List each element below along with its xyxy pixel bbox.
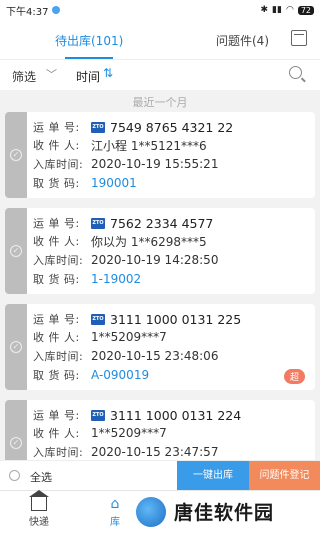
select-all-checkbox[interactable]	[9, 470, 20, 481]
waybill-number: 3111 1000 0131 225	[110, 311, 242, 327]
nav-item-store[interactable]: ⌂ 库	[104, 497, 126, 528]
receiver-label: 收 件 人:	[33, 427, 80, 440]
nav-item-express[interactable]: 快递	[28, 490, 50, 528]
receiver-row: 收 件 人: 1**5209***7	[33, 328, 167, 346]
tab-pending-out[interactable]: 待出库(101)	[55, 32, 123, 59]
nav-label-store: 库	[110, 517, 120, 528]
action-bar: 全选 一键出库 问题件登记	[0, 460, 320, 491]
waybill-label: 运 单 号:	[33, 313, 80, 326]
code-row: 取 货 码: A-090019	[33, 366, 149, 384]
waybill-label: 运 单 号:	[33, 409, 80, 422]
courier-logo-icon: ZTO	[91, 217, 105, 229]
check-icon[interactable]: ✓	[10, 245, 22, 257]
intime-row: 入库时间: 2020-10-15 23:47:57	[33, 443, 218, 461]
waybill-row: 运 单 号: ZTO 3111 1000 0131 225	[33, 310, 241, 328]
check-icon[interactable]: ✓	[10, 341, 22, 353]
intime-value: 2020-10-15 23:47:57	[91, 445, 219, 459]
code-label: 取 货 码:	[33, 177, 80, 190]
parcel-card[interactable]: ✓ 运 单 号: ZTO 7549 8765 4321 22 收 件 人: 江小…	[5, 112, 315, 198]
intime-row: 入库时间: 2020-10-15 23:48:06	[33, 347, 218, 365]
tab-problem-items[interactable]: 问题件(4)	[216, 32, 269, 49]
code-label: 取 货 码:	[33, 273, 80, 286]
courier-logo-icon: ZTO	[91, 313, 105, 325]
status-icons: ✱ ▮▮ ◠ 72	[260, 5, 314, 15]
receiver-row: 收 件 人: 你以为 1**6298***5	[33, 232, 207, 250]
watermark-logo-icon	[136, 496, 166, 527]
wifi-icon: ◠	[285, 5, 294, 15]
code-row: 取 货 码: 1-19002	[33, 270, 141, 288]
check-icon[interactable]: ✓	[10, 149, 22, 161]
nav-label-express: 快递	[29, 517, 49, 528]
watermark: 唐佳软件园	[136, 490, 320, 533]
intime-value: 2020-10-19 15:55:21	[91, 157, 219, 171]
select-all-label[interactable]: 全选	[30, 469, 52, 485]
parcel-card[interactable]: ✓ 运 单 号: ZTO 3111 1000 0131 225 收 件 人: 1…	[5, 304, 315, 390]
waybill-row: 运 单 号: ZTO 3111 1000 0131 224	[33, 406, 241, 424]
calendar-icon[interactable]	[291, 30, 307, 46]
receiver-value: 你以为 1**6298***5	[91, 234, 207, 249]
warehouse-icon: ⌂	[110, 496, 120, 512]
waybill-number: 7549 8765 4321 22	[110, 119, 234, 135]
waybill-label: 运 单 号:	[33, 121, 80, 134]
search-icon[interactable]	[289, 66, 302, 79]
signal-icon: ▮▮	[272, 5, 282, 15]
code-row: 取 货 码: 190001	[33, 174, 137, 192]
filter-bar: 筛选 ﹀ 时间 ⇅	[0, 60, 320, 90]
check-icon[interactable]: ✓	[10, 437, 22, 449]
courier-logo-icon: ZTO	[91, 409, 105, 421]
app-notification-icon	[52, 6, 61, 14]
intime-row: 入库时间: 2020-10-19 15:55:21	[33, 155, 218, 173]
intime-value: 2020-10-15 23:48:06	[91, 349, 219, 363]
chevron-down-icon[interactable]: ﹀	[46, 66, 57, 82]
pickup-code: 190001	[91, 176, 137, 190]
intime-label: 入库时间:	[33, 446, 84, 459]
receiver-value: 江小程 1**5121***6	[91, 138, 207, 153]
intime-label: 入库时间:	[33, 350, 84, 363]
receiver-label: 收 件 人:	[33, 139, 80, 152]
intime-label: 入库时间:	[33, 254, 84, 267]
receiver-row: 收 件 人: 1**5209***7	[33, 424, 167, 442]
courier-logo-icon: ZTO	[91, 121, 105, 133]
watermark-text: 唐佳软件园	[174, 502, 275, 524]
status-time: 下午4:37	[6, 6, 49, 18]
waybill-label: 运 单 号:	[33, 217, 80, 230]
intime-row: 入库时间: 2020-10-19 14:28:50	[33, 251, 218, 269]
waybill-row: 运 单 号: ZTO 7549 8765 4321 22	[33, 118, 233, 136]
pickup-code: 1-19002	[91, 272, 142, 286]
checkout-all-button[interactable]: 一键出库	[177, 461, 249, 491]
waybill-number: 3111 1000 0131 224	[110, 407, 242, 423]
receiver-value: 1**5209***7	[91, 426, 167, 440]
status-bar: 下午4:37 ✱ ▮▮ ◠ 72	[0, 0, 320, 20]
time-sort-button[interactable]: 时间	[76, 68, 100, 85]
receiver-value: 1**5209***7	[91, 330, 167, 344]
bluetooth-icon: ✱	[260, 5, 269, 15]
overdue-badge: 超	[283, 369, 305, 384]
battery-icon: 72	[297, 5, 314, 15]
parcel-card[interactable]: ✓ 运 单 号: ZTO 7562 2334 4577 收 件 人: 你以为 1…	[5, 208, 315, 294]
receiver-label: 收 件 人:	[33, 235, 80, 248]
code-label: 取 货 码:	[33, 369, 80, 382]
home-icon	[29, 490, 49, 511]
waybill-row: 运 单 号: ZTO 7562 2334 4577	[33, 214, 213, 232]
sort-icon[interactable]: ⇅	[103, 66, 113, 80]
intime-value: 2020-10-19 14:28:50	[91, 253, 219, 267]
section-label: 最近一个月	[132, 96, 188, 109]
top-tabs: 待出库(101) 问题件(4)	[0, 20, 320, 60]
receiver-label: 收 件 人:	[33, 331, 80, 344]
intime-label: 入库时间:	[33, 158, 84, 171]
pickup-code: A-090019	[91, 368, 150, 382]
register-issue-button[interactable]: 问题件登记	[249, 461, 320, 491]
filter-button[interactable]: 筛选	[12, 68, 36, 85]
waybill-number: 7562 2334 4577	[110, 215, 214, 231]
receiver-row: 收 件 人: 江小程 1**5121***6	[33, 136, 207, 154]
